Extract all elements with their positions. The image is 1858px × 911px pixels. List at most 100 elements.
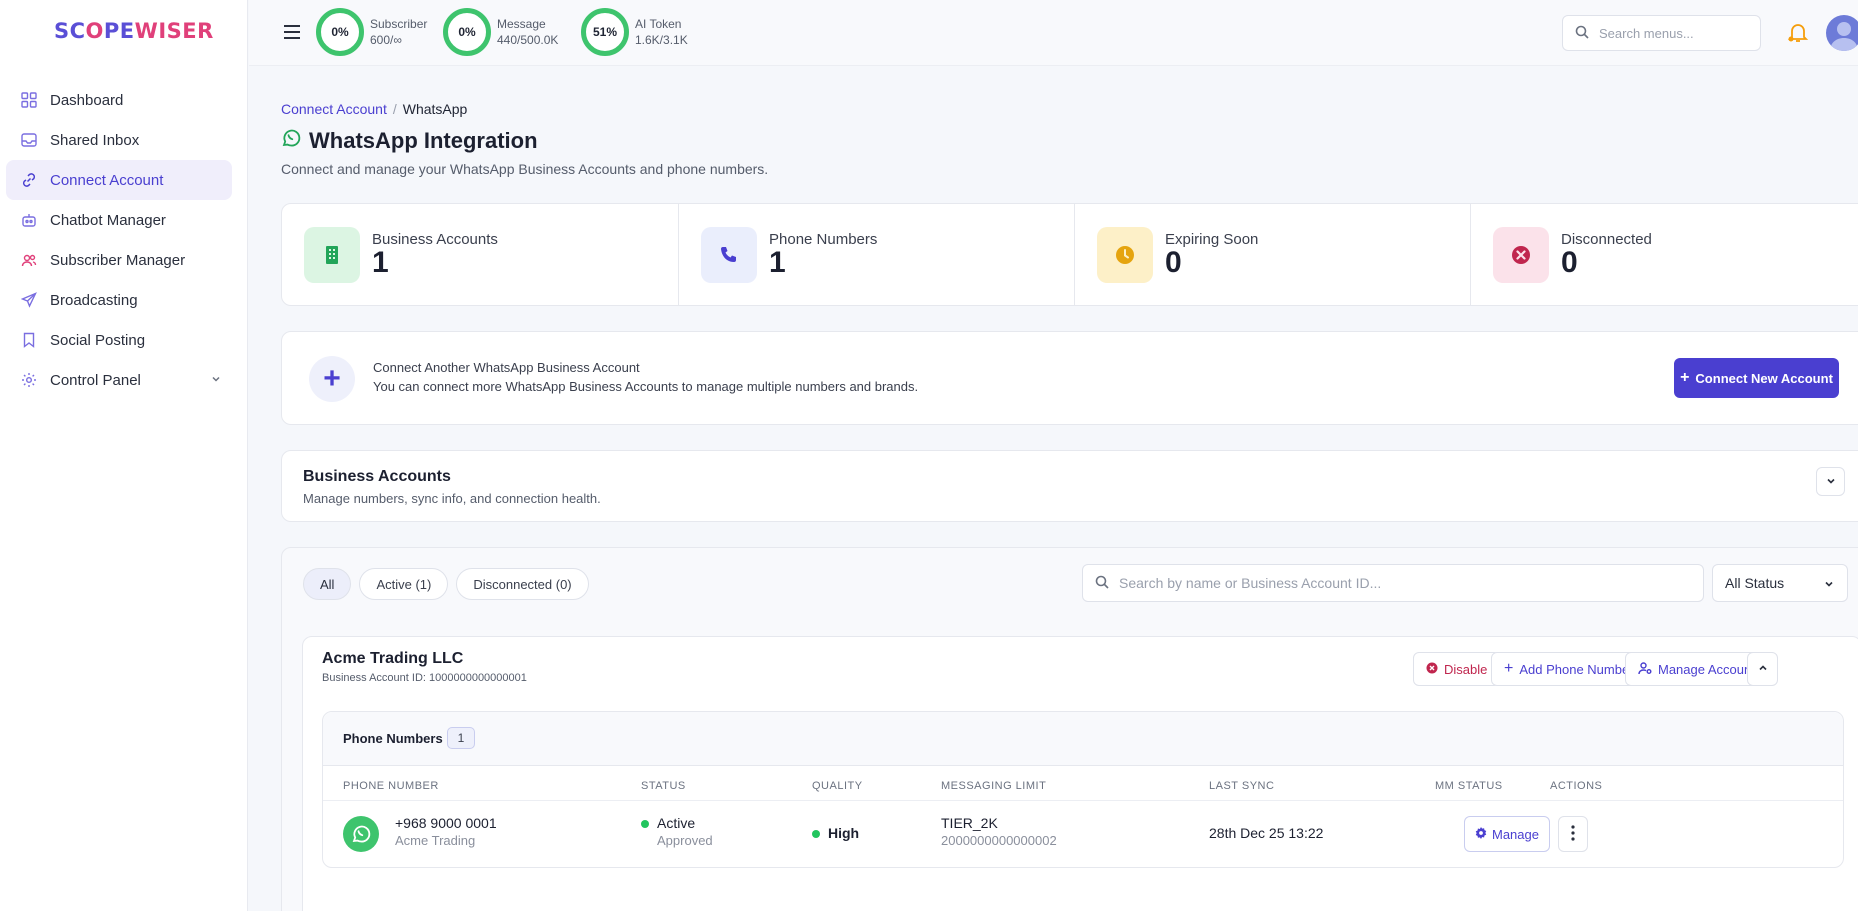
ai-token-meter: 51% AI Token 1.6K/3.1K: [581, 8, 688, 56]
message-ring: 0%: [443, 8, 491, 56]
sidebar-item-social-posting[interactable]: Social Posting: [6, 320, 232, 360]
stat-label: Business Accounts: [372, 231, 498, 248]
stat-expiring-soon: Expiring Soon 0: [1074, 204, 1470, 305]
quality-value: High: [828, 825, 860, 841]
connect-account-card: + Connect Another WhatsApp Business Acco…: [281, 331, 1858, 425]
chevron-down-icon: [1825, 474, 1837, 490]
business-accounts-section: Business Accounts Manage numbers, sync i…: [281, 450, 1858, 522]
filter-active[interactable]: Active (1): [359, 568, 449, 600]
accounts-list: All Active (1) Disconnected (0) Search b…: [281, 547, 1858, 911]
stats-card: Business Accounts 1 Phone Numbers 1 Expiri…: [281, 203, 1858, 306]
filter-disconnected[interactable]: Disconnected (0): [456, 568, 589, 600]
collapse-account-button[interactable]: [1747, 652, 1778, 686]
column-header: LAST SYNC: [1209, 780, 1275, 792]
page-title: WhatsApp Integration: [281, 128, 538, 154]
sidebar-item-label: Dashboard: [50, 91, 124, 109]
connect-new-account-button[interactable]: + Connect New Account: [1674, 358, 1839, 398]
sidebar-item-chatbot-manager[interactable]: Chatbot Manager: [6, 200, 232, 240]
bell-icon[interactable]: [1786, 20, 1810, 47]
meter-value: 1.6K/3.1K: [635, 33, 688, 47]
building-icon: [304, 226, 360, 283]
avatar[interactable]: [1826, 15, 1858, 51]
status-badge: Active: [657, 815, 696, 831]
sidebar-item-label: Broadcasting: [50, 291, 138, 309]
subscriber-ring: 0%: [316, 8, 364, 56]
sidebar-item-label: Chatbot Manager: [50, 211, 166, 229]
account-name: Acme Trading LLC: [322, 650, 464, 667]
x-circle-icon: [1426, 662, 1438, 677]
menu-icon[interactable]: [283, 24, 301, 43]
more-actions-button[interactable]: [1558, 816, 1588, 852]
button-label: Add Phone Number: [1519, 661, 1634, 677]
send-icon: [20, 291, 38, 309]
users-icon: [20, 251, 38, 269]
add-phone-number-button[interactable]: + Add Phone Number: [1491, 652, 1647, 686]
plus-icon: +: [309, 356, 355, 402]
column-header: MESSAGING LIMIT: [941, 780, 1047, 792]
sidebar-item-connect-account[interactable]: Connect Account: [6, 160, 232, 200]
page-title-text: WhatsApp Integration: [309, 128, 538, 153]
account-id: Business Account ID: 1000000000000001: [322, 672, 527, 684]
button-label: Disable: [1444, 661, 1488, 677]
stat-disconnected: Disconnected 0: [1470, 204, 1858, 305]
bookmark-icon: [20, 331, 38, 349]
status-select[interactable]: All Status: [1712, 564, 1848, 602]
menu-search-input[interactable]: Search menus...: [1562, 15, 1761, 51]
whatsapp-icon: [343, 816, 379, 852]
chevron-down-icon: [1823, 577, 1835, 593]
table-row: +968 9000 0001 Acme Trading Active Appro…: [323, 800, 1843, 868]
stat-business-accounts: Business Accounts 1: [282, 204, 678, 305]
sidebar-item-dashboard[interactable]: Dashboard: [6, 80, 232, 120]
button-label: Connect New Account: [1695, 370, 1833, 386]
column-header: QUALITY: [812, 780, 863, 792]
sidebar-item-label: Shared Inbox: [50, 131, 140, 149]
chevron-up-icon: [1757, 662, 1769, 677]
phone-numbers-label: Phone Numbers: [343, 731, 443, 746]
meter-label: AI Token: [635, 17, 682, 31]
account-search-input[interactable]: Search by name or Business Account ID...: [1082, 564, 1704, 602]
phone-numbers-panel: Phone Numbers 1 PHONE NUMBER STATUS QUAL…: [322, 711, 1844, 868]
stat-phone-numbers: Phone Numbers 1: [678, 204, 1074, 305]
sidebar-item-control-panel[interactable]: Control Panel: [6, 360, 232, 400]
gear-icon: [20, 371, 38, 389]
grid-icon: [20, 91, 38, 109]
account-card: Acme Trading LLC Business Account ID: 10…: [302, 636, 1858, 911]
collapse-toggle-button[interactable]: [1816, 467, 1845, 496]
whatsapp-icon: [281, 128, 301, 154]
phone-count-badge: 1: [447, 727, 475, 749]
disable-button[interactable]: Disable: [1413, 652, 1501, 686]
section-title: Business Accounts: [303, 468, 451, 485]
search-placeholder: Search by name or Business Account ID...: [1119, 575, 1382, 591]
column-header: STATUS: [641, 780, 686, 792]
chevron-down-icon[interactable]: [210, 372, 222, 389]
sidebar-item-subscriber-manager[interactable]: Subscriber Manager: [6, 240, 232, 280]
breadcrumb: Connect Account / WhatsApp: [281, 101, 467, 117]
bot-icon: [20, 211, 38, 229]
breadcrumb-current: WhatsApp: [402, 101, 468, 117]
user-gear-icon: [1638, 661, 1652, 678]
manage-phone-button[interactable]: Manage: [1464, 816, 1550, 852]
sidebar: SCOPEWISER Dashboard Shared Inbox Connec…: [0, 0, 248, 911]
sidebar-nav: Dashboard Shared Inbox Connect Account C…: [6, 80, 232, 400]
meter-value: 440/500.0K: [497, 33, 559, 47]
phone-number: +968 9000 0001: [395, 815, 497, 831]
phone-display-name: Acme Trading: [395, 833, 476, 848]
filter-all[interactable]: All: [303, 568, 352, 600]
section-subtitle: Manage numbers, sync info, and connectio…: [303, 491, 601, 506]
page-subtitle: Connect and manage your WhatsApp Busines…: [281, 161, 769, 177]
message-meter: 0% Message 440/500.0K: [443, 8, 558, 56]
connect-description: You can connect more WhatsApp Business A…: [373, 379, 919, 394]
breadcrumb-link[interactable]: Connect Account: [281, 101, 387, 117]
subscriber-meter: 0% Subscriber 600/∞: [316, 8, 427, 56]
plus-icon: +: [1680, 369, 1690, 386]
phone-icon: [701, 226, 757, 283]
meter-label: Message: [497, 17, 546, 31]
sidebar-item-shared-inbox[interactable]: Shared Inbox: [6, 120, 232, 160]
status-sub: Approved: [657, 833, 713, 848]
limit-cell: TIER_2K 2000000000000002: [941, 815, 1057, 848]
sidebar-item-broadcasting[interactable]: Broadcasting: [6, 280, 232, 320]
meter-value: 600/∞: [370, 33, 402, 47]
logo[interactable]: SCOPEWISER: [54, 19, 214, 43]
stat-value: 1: [372, 246, 389, 279]
stat-value: 0: [1165, 246, 1182, 279]
